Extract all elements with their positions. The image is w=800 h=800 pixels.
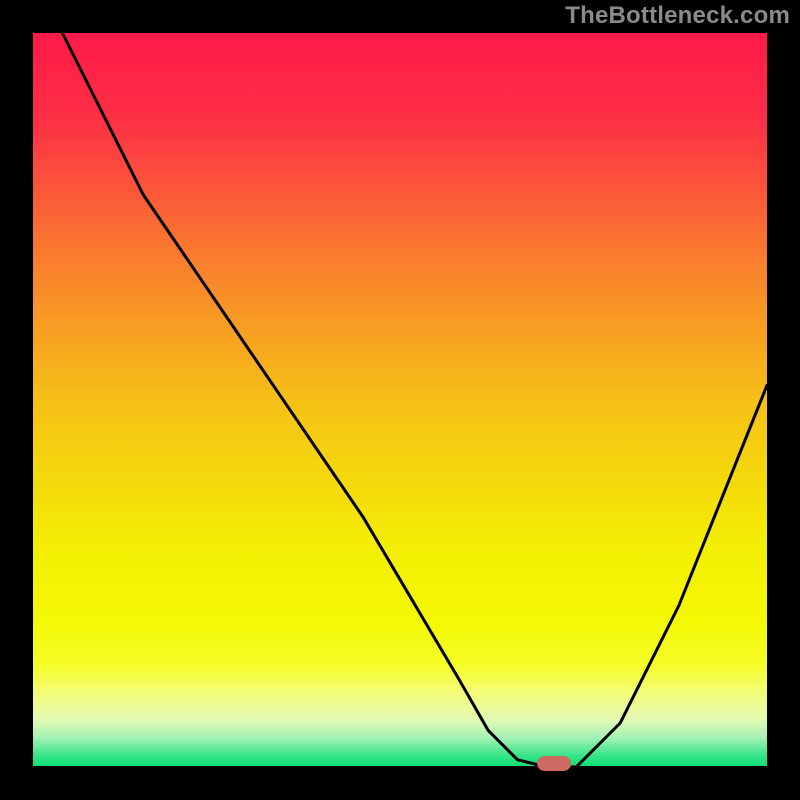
optimal-marker xyxy=(537,756,571,771)
plot-background xyxy=(33,33,767,767)
bottleneck-chart xyxy=(0,0,800,800)
watermark-text: TheBottleneck.com xyxy=(565,2,790,30)
chart-frame: TheBottleneck.com xyxy=(0,0,800,800)
